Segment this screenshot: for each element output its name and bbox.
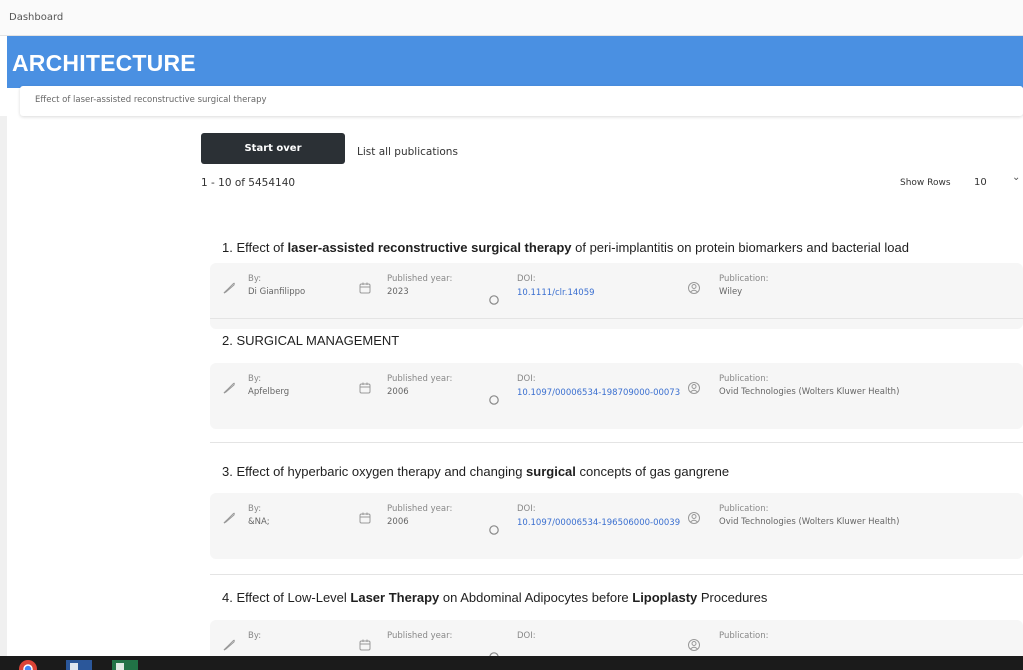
feather-pen-icon — [222, 510, 236, 524]
publication-value: Wiley — [719, 287, 743, 297]
divider — [210, 442, 1023, 443]
publication-title[interactable]: 1. Effect of laser-assisted reconstructi… — [222, 240, 909, 255]
publication-title-part: surgical — [526, 464, 576, 479]
list-all-publications-link[interactable]: List all publications — [357, 146, 458, 158]
publication-value: Ovid Technologies (Wolters Kluwer Health… — [719, 387, 900, 397]
chevron-down-icon[interactable]: ⌄ — [1012, 172, 1020, 183]
top-bar: Dashboard — [0, 0, 1023, 36]
publication-title-part: Procedures — [697, 590, 768, 605]
doi-link[interactable]: 10.1097/00006534-198709000-00073 — [517, 387, 682, 399]
chrome-icon[interactable] — [10, 656, 46, 670]
rows-per-page-select[interactable]: 10 — [974, 177, 987, 188]
publication-value: Ovid Technologies (Wolters Kluwer Health… — [719, 517, 900, 527]
publication-label: Publication: — [719, 374, 769, 384]
author-value: Di Gianfilippo — [248, 287, 306, 297]
search-query-bar[interactable]: Effect of laser-assisted reconstructive … — [20, 86, 1023, 116]
publication-label: Publication: — [719, 631, 769, 641]
doi-label: DOI: — [517, 631, 536, 641]
user-circle-icon — [687, 380, 701, 394]
publication-title-part: Laser Therapy — [350, 590, 440, 605]
publication-title[interactable]: 3. Effect of hyperbaric oxygen therapy a… — [222, 464, 729, 479]
year-label: Published year: — [387, 631, 453, 641]
calendar-icon — [358, 637, 372, 651]
publication-title-part: on Abdominal Adipocytes before — [439, 590, 633, 605]
taskbar — [0, 656, 1023, 670]
circle-icon — [487, 392, 501, 406]
doi-label: DOI: — [517, 374, 536, 384]
publication-number: 3. — [222, 464, 233, 479]
excel-icon[interactable] — [104, 656, 146, 670]
publication-title[interactable]: 2. SURGICAL MANAGEMENT — [222, 333, 399, 348]
user-circle-icon — [687, 637, 701, 651]
app-page: Dashboard ARCHITECTURE Effect of laser-a… — [0, 0, 1023, 670]
circle-icon — [487, 522, 501, 536]
word-icon[interactable] — [58, 656, 100, 670]
publication-title-part: concepts of gas gangrene — [575, 464, 730, 479]
publication-number: 2. — [222, 333, 233, 348]
author-value: Apfelberg — [248, 387, 290, 397]
publication-title[interactable]: 4. Effect of Low-Level Laser Therapy on … — [222, 590, 767, 605]
publication-title-part: Effect of — [236, 240, 288, 255]
breadcrumb-dashboard[interactable]: Dashboard — [9, 12, 63, 23]
published-year-value: 2006 — [387, 387, 409, 397]
publication-title-part: Effect of hyperbaric oxygen therapy and … — [236, 464, 527, 479]
by-label: By: — [248, 631, 262, 641]
left-gutter — [0, 116, 7, 656]
user-circle-icon — [687, 510, 701, 524]
calendar-icon — [358, 280, 372, 294]
calendar-icon — [358, 510, 372, 524]
doi-link[interactable]: 10.1111/clr.14059 — [517, 287, 682, 299]
publication-number: 4. — [222, 590, 233, 605]
publication-title-part: Effect of Low-Level — [236, 590, 351, 605]
published-year-value: 2023 — [387, 287, 409, 297]
by-label: By: — [248, 504, 262, 514]
divider — [210, 318, 1023, 319]
feather-pen-icon — [222, 637, 236, 651]
divider — [210, 574, 1023, 575]
show-rows-label: Show Rows — [900, 178, 951, 188]
publication-title-part: of peri-implantitis on protein biomarker… — [571, 240, 909, 255]
doi-label: DOI: — [517, 274, 536, 284]
doi-label: DOI: — [517, 504, 536, 514]
by-label: By: — [248, 374, 262, 384]
publication-title-part: Lipoplasty — [632, 590, 698, 605]
page-banner: ARCHITECTURE — [7, 36, 1023, 88]
year-label: Published year: — [387, 274, 453, 284]
user-circle-icon — [687, 280, 701, 294]
publication-number: 1. — [222, 240, 233, 255]
circle-icon — [487, 292, 501, 306]
author-value: &NA; — [248, 517, 270, 527]
doi-link[interactable]: 10.1097/00006534-196506000-00039 — [517, 517, 682, 529]
results-range: 1 - 10 of 5454140 — [201, 177, 296, 189]
start-over-button[interactable]: Start over — [201, 133, 345, 164]
publication-label: Publication: — [719, 504, 769, 514]
feather-pen-icon — [222, 380, 236, 394]
page-title: ARCHITECTURE — [12, 50, 196, 76]
published-year-value: 2006 — [387, 517, 409, 527]
publication-title-part: laser-assisted reconstructive surgical t… — [287, 240, 572, 255]
calendar-icon — [358, 380, 372, 394]
year-label: Published year: — [387, 504, 453, 514]
publication-title-part: SURGICAL MANAGEMENT — [236, 333, 400, 348]
search-query-text: Effect of laser-assisted reconstructive … — [35, 95, 267, 105]
by-label: By: — [248, 274, 262, 284]
publication-label: Publication: — [719, 274, 769, 284]
feather-pen-icon — [222, 280, 236, 294]
year-label: Published year: — [387, 374, 453, 384]
